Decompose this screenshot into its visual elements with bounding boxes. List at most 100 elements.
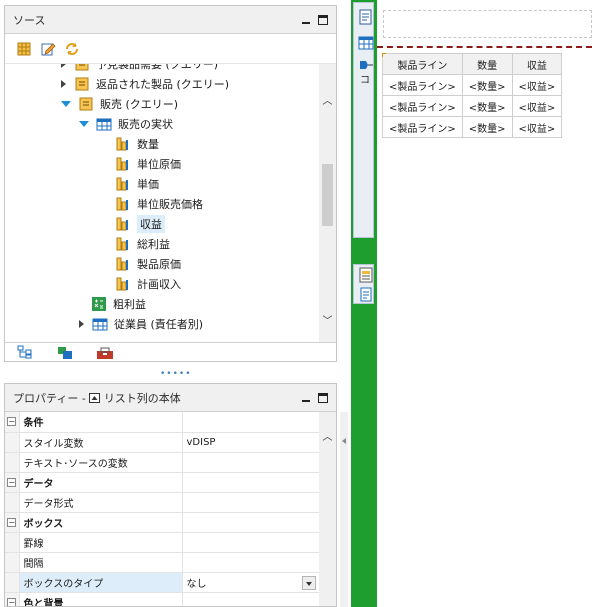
list-cell[interactable]: <数量> xyxy=(461,116,513,138)
collapse-minus-icon[interactable]: − xyxy=(7,477,17,487)
property-value-text: vDISP xyxy=(186,436,216,448)
query-icon xyxy=(74,64,96,72)
list-cell[interactable]: <製品ライン> xyxy=(382,95,463,117)
collapse-arrow-icon[interactable] xyxy=(79,121,89,127)
scroll-up-arrow-icon[interactable]: ︿ xyxy=(322,94,333,107)
prompt-page-icon[interactable] xyxy=(358,287,374,303)
tree-item-label: 予見製品需要 (クエリー) xyxy=(96,64,219,71)
scroll-down-arrow-icon[interactable]: ﹀ xyxy=(322,314,333,327)
property-value[interactable] xyxy=(182,532,320,553)
data-items-tab[interactable] xyxy=(45,343,85,361)
list-column-header[interactable]: 製品ライン xyxy=(382,53,463,75)
property-row[interactable]: 罫線 xyxy=(5,532,320,553)
list-column-header[interactable]: 数量 xyxy=(461,53,513,75)
property-category-row[interactable]: − ボックス xyxy=(5,512,320,533)
tree-item[interactable]: 販売の実状 xyxy=(79,114,173,134)
tree-item[interactable]: 単価 xyxy=(115,174,159,194)
property-value[interactable] xyxy=(182,512,320,533)
property-value[interactable] xyxy=(182,552,320,573)
minimize-button[interactable] xyxy=(300,392,312,404)
pane-splitter-handle[interactable]: ••••• xyxy=(160,369,192,379)
conditional-icon[interactable]: コ xyxy=(358,59,374,86)
tree-item[interactable]: 数量 xyxy=(115,134,159,154)
property-category-row[interactable]: − 色と背景 xyxy=(5,592,320,606)
maximize-button[interactable] xyxy=(318,14,328,25)
tree-item[interactable]: 単位販売価格 xyxy=(115,194,203,214)
tree-item[interactable]: 予見製品需要 (クエリー) xyxy=(61,64,218,74)
property-row[interactable]: スタイル変数 vDISP xyxy=(5,432,320,453)
properties-scrollbar[interactable]: ︿ xyxy=(319,412,336,606)
list-body-row: <製品ライン> <数量> <収益> xyxy=(382,74,563,96)
expand-arrow-icon[interactable] xyxy=(61,80,66,88)
source-tabs xyxy=(5,342,336,361)
collapse-strip[interactable] xyxy=(340,412,348,607)
scroll-thumb[interactable] xyxy=(322,164,333,226)
list-cell[interactable]: <収益> xyxy=(511,95,563,117)
maximize-button[interactable] xyxy=(318,392,328,403)
expand-arrow-icon[interactable] xyxy=(61,64,66,68)
page-icon[interactable] xyxy=(358,9,374,25)
tree-item[interactable]: 販売 (クエリー) xyxy=(61,94,178,114)
tree-scrollbar[interactable]: ︿ ﹀ xyxy=(319,64,336,342)
tree-item[interactable]: 収益 xyxy=(115,214,165,234)
query-icon xyxy=(74,76,96,92)
list-cell[interactable]: <収益> xyxy=(511,116,563,138)
insertable-objects-bar: コ xyxy=(351,0,377,607)
property-value[interactable] xyxy=(182,492,320,513)
property-name: ボックスのタイプ xyxy=(19,572,183,593)
tree-item[interactable]: 返品された製品 (クエリー) xyxy=(61,74,229,94)
list-cell[interactable]: <製品ライン> xyxy=(382,116,463,138)
property-value[interactable]: vDISP xyxy=(182,432,320,453)
list-cell[interactable]: <製品ライン> xyxy=(382,74,463,96)
create-package-icon[interactable] xyxy=(15,40,33,58)
property-row[interactable]: データ形式 xyxy=(5,492,320,513)
table-icon[interactable] xyxy=(358,35,374,51)
tree-item[interactable]: 計画収入 xyxy=(115,274,181,294)
property-row[interactable]: 間隔 xyxy=(5,552,320,573)
select-ancestor-icon[interactable] xyxy=(89,392,101,403)
tree-item[interactable]: 粗利益 xyxy=(91,294,146,314)
expand-arrow-icon[interactable] xyxy=(79,320,84,328)
source-pane: ソース 予見製品需要 (クエリー) 返品された製品 (クエリー) 販売 (クエリー)… xyxy=(4,5,337,362)
property-row[interactable]: テキスト･ソースの変数 xyxy=(5,452,320,473)
list-cell[interactable]: <収益> xyxy=(511,74,563,96)
list-cell[interactable]: <数量> xyxy=(461,95,513,117)
page-header-area[interactable] xyxy=(383,10,592,38)
property-value[interactable] xyxy=(182,592,320,606)
tree-item[interactable]: 単位原価 xyxy=(115,154,181,174)
tree-item-label: 販売の実状 xyxy=(118,118,173,131)
property-value[interactable]: なし xyxy=(182,572,320,593)
scroll-up-arrow-icon[interactable]: ︿ xyxy=(322,430,333,443)
property-name: データ形式 xyxy=(19,492,183,513)
property-value[interactable] xyxy=(182,452,320,473)
property-value[interactable] xyxy=(182,412,320,433)
toolbox-tab[interactable] xyxy=(85,343,125,361)
property-category-row[interactable]: − 条件 xyxy=(5,412,320,433)
property-value[interactable] xyxy=(182,472,320,493)
edit-icon[interactable] xyxy=(39,40,57,58)
report-list[interactable]: 製品ライン 数量 収益 <製品ライン> <数量> <収益> <製品ライン> <数量> <収益> <… xyxy=(382,53,563,138)
measure-icon xyxy=(115,236,137,252)
tree-item[interactable]: 従業員 (責任者別) xyxy=(79,314,203,334)
list-column-header[interactable]: 収益 xyxy=(511,53,563,75)
tree-item[interactable]: 製品原価 xyxy=(115,254,181,274)
property-category-row[interactable]: − データ xyxy=(5,472,320,493)
dropdown-arrow-icon[interactable] xyxy=(302,575,316,590)
property-name: スタイル変数 xyxy=(19,432,183,453)
property-name: ボックス xyxy=(19,512,183,533)
source-tree-icon xyxy=(17,345,32,359)
tree-item-label: 計画収入 xyxy=(137,278,181,291)
report-page-icon[interactable] xyxy=(358,267,374,283)
collapse-minus-icon[interactable]: − xyxy=(7,517,17,527)
refresh-icon[interactable] xyxy=(63,40,81,58)
collapse-minus-icon[interactable]: − xyxy=(7,597,17,606)
collapse-arrow-icon[interactable] xyxy=(61,101,71,107)
list-cell[interactable]: <数量> xyxy=(461,74,513,96)
palette-top-box: コ xyxy=(353,2,374,238)
collapse-minus-icon[interactable]: − xyxy=(7,417,17,427)
tree-item-label: 単価 xyxy=(137,178,159,191)
tree-item[interactable]: 総利益 xyxy=(115,234,170,254)
source-tree-tab[interactable] xyxy=(5,343,45,361)
property-row[interactable]: ボックスのタイプ なし xyxy=(5,572,320,593)
minimize-button[interactable] xyxy=(300,14,312,26)
